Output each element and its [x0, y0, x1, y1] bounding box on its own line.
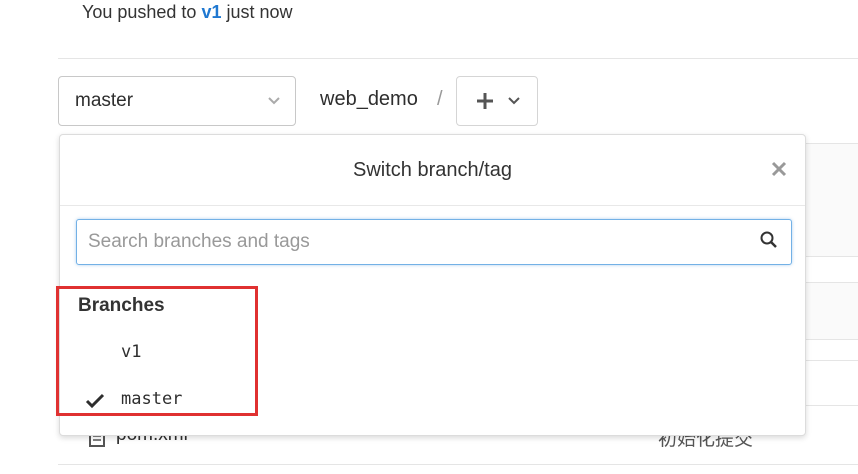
notice-prefix: You pushed to	[82, 2, 202, 22]
divider	[58, 464, 858, 465]
chevron-down-icon	[508, 97, 520, 105]
file-table-header	[806, 143, 858, 257]
breadcrumb-repo[interactable]: web_demo	[320, 88, 418, 111]
notice-branch-link[interactable]: v1	[201, 2, 221, 22]
add-file-button[interactable]	[456, 76, 538, 126]
breadcrumb-separator: /	[437, 88, 443, 110]
dropdown-title: Switch branch/tag	[60, 135, 805, 206]
branch-selector-value: master	[75, 90, 134, 111]
branch-selector[interactable]: master	[58, 76, 296, 126]
search-icon	[760, 231, 777, 248]
divider	[806, 405, 858, 406]
close-icon[interactable]	[771, 161, 787, 177]
highlight-annotation	[56, 286, 258, 416]
plus-icon	[477, 93, 493, 109]
branch-search-input[interactable]	[76, 219, 792, 265]
table-row	[806, 282, 858, 340]
divider	[806, 360, 858, 361]
push-notice: You pushed to v1 just now	[82, 2, 293, 23]
chevron-down-icon	[268, 97, 280, 105]
divider	[58, 58, 858, 59]
notice-suffix: just now	[221, 2, 293, 22]
